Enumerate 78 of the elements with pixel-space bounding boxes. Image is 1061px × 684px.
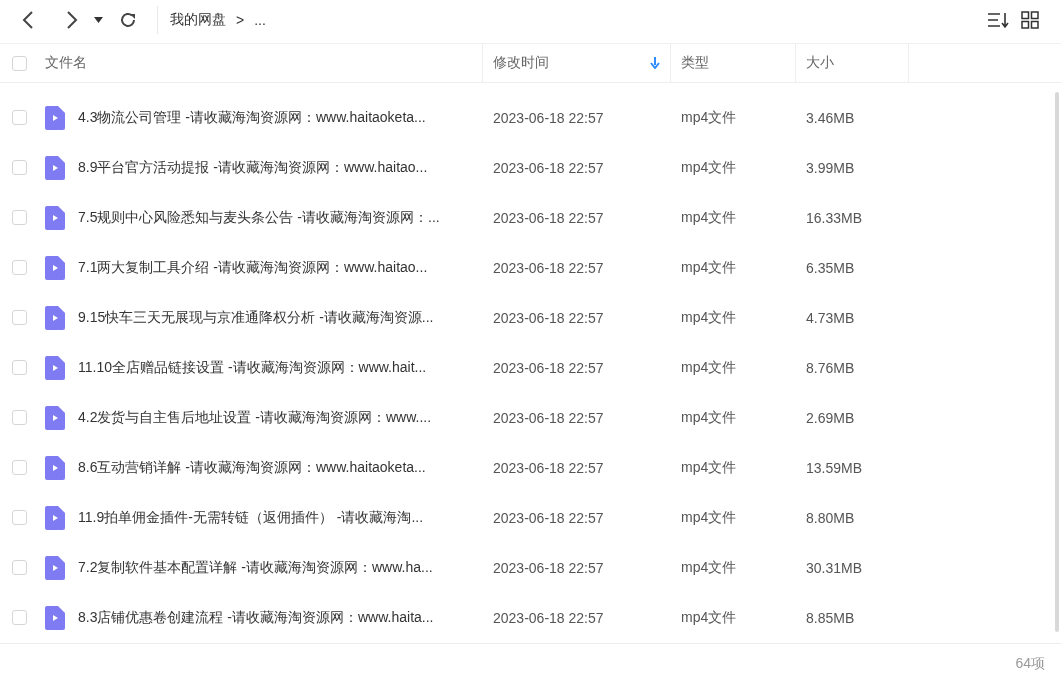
modified-time: 2023-06-18 22:57 [492,409,605,426]
file-size: 6.35MB [805,259,856,276]
video-file-icon [45,305,65,330]
file-name[interactable]: 8.6互动营销详解 -请收藏海淘资源网：www.haitaoketa... [78,458,426,477]
file-type: mp4文件 [680,158,738,177]
file-name[interactable]: 11.9拍单佣金插件-无需转链（返佣插件） -请收藏海淘... [78,508,424,527]
video-file-icon [45,255,65,280]
video-file-icon [45,555,65,580]
file-type: mp4文件 [680,408,738,427]
file-name[interactable]: 8.9平台官方活动提报 -请收藏海淘资源网：www.haitao... [78,158,428,177]
column-header[interactable]: 类型 [681,54,709,72]
row-checkbox[interactable] [12,460,27,476]
row-checkbox[interactable] [12,410,27,426]
file-type: mp4文件 [680,308,738,327]
row-checkbox[interactable] [12,560,27,576]
row-checkbox[interactable] [12,110,27,126]
modified-time: 2023-06-18 22:57 [492,209,605,226]
modified-time: 2023-06-18 22:57 [492,359,605,376]
file-size: 4.73MB [805,309,856,326]
modified-time: 2023-06-18 22:57 [492,509,605,526]
row-checkbox[interactable] [12,210,27,226]
file-name[interactable]: 7.5规则中心风险悉知与麦头条公告 -请收藏海淘资源网：... [78,208,440,227]
video-file-icon [45,105,65,130]
modified-time: 2023-06-18 22:57 [492,259,605,276]
file-name[interactable]: 4.2发货与自主售后地址设置 -请收藏海淘资源网：www.... [78,408,432,427]
video-file-icon [45,505,65,530]
row-checkbox[interactable] [12,310,27,326]
modified-time: 2023-06-18 22:57 [492,109,605,126]
sort-arrow-icon [650,57,660,69]
breadcrumb-separator: > [236,11,245,28]
select-all-checkbox[interactable] [12,55,27,71]
column-header[interactable]: 大小 [806,54,834,72]
file-type: mp4文件 [680,508,738,527]
modified-time: 2023-06-18 22:57 [492,459,605,476]
scrollbar-thumb[interactable] [1055,92,1059,632]
video-file-icon [45,455,65,480]
modified-time: 2023-06-18 22:57 [492,559,605,576]
row-checkbox[interactable] [12,160,27,176]
row-checkbox[interactable] [12,510,27,526]
modified-time: 2023-06-18 22:57 [492,609,605,626]
column-header[interactable]: 修改时间 [493,54,549,72]
row-checkbox[interactable] [12,610,27,626]
file-size: 30.31MB [805,559,864,576]
video-file-icon [45,355,65,380]
file-type: mp4文件 [680,558,738,577]
video-file-icon [45,155,65,180]
file-size: 8.76MB [805,359,856,376]
file-size: 8.80MB [805,509,856,526]
row-checkbox[interactable] [12,360,27,376]
file-name[interactable]: 9.15快车三天无展现与京准通降权分析 -请收藏海淘资源... [78,308,434,327]
item-count: 64项 [1015,654,1045,673]
column-header[interactable]: 文件名 [45,54,87,72]
file-name[interactable]: 7.1两大复制工具介绍 -请收藏海淘资源网：www.haitao... [78,258,428,277]
video-file-icon [45,605,65,630]
file-size: 3.46MB [805,109,856,126]
refresh-icon [119,10,137,29]
video-file-icon [45,405,65,430]
file-size: 2.69MB [805,409,856,426]
file-type: mp4文件 [680,358,738,377]
file-size: 3.99MB [805,159,856,176]
breadcrumb-link[interactable]: 我的网盘 [170,10,226,29]
file-type: mp4文件 [680,108,738,127]
file-size: 16.33MB [805,209,864,226]
modified-time: 2023-06-18 22:57 [492,159,605,176]
file-type: mp4文件 [680,208,738,227]
file-size: 8.85MB [805,609,856,626]
file-name[interactable]: 8.3店铺优惠卷创建流程 -请收藏海淘资源网：www.haita... [78,608,434,627]
file-name[interactable]: 7.2复制软件基本配置详解 -请收藏海淘资源网：www.ha... [78,558,433,577]
file-type: mp4文件 [680,608,738,627]
file-size: 13.59MB [805,459,864,476]
modified-time: 2023-06-18 22:57 [492,309,605,326]
video-file-icon [45,205,65,230]
row-checkbox[interactable] [12,260,27,276]
file-type: mp4文件 [680,258,738,277]
file-name[interactable]: 4.3物流公司管理 -请收藏海淘资源网：www.haitaoketa... [78,108,426,127]
file-name[interactable]: 11.10全店赠品链接设置 -请收藏海淘资源网：www.hait... [78,358,427,377]
file-type: mp4文件 [680,458,738,477]
breadcrumb-ellipsis[interactable]: ... [254,11,266,28]
